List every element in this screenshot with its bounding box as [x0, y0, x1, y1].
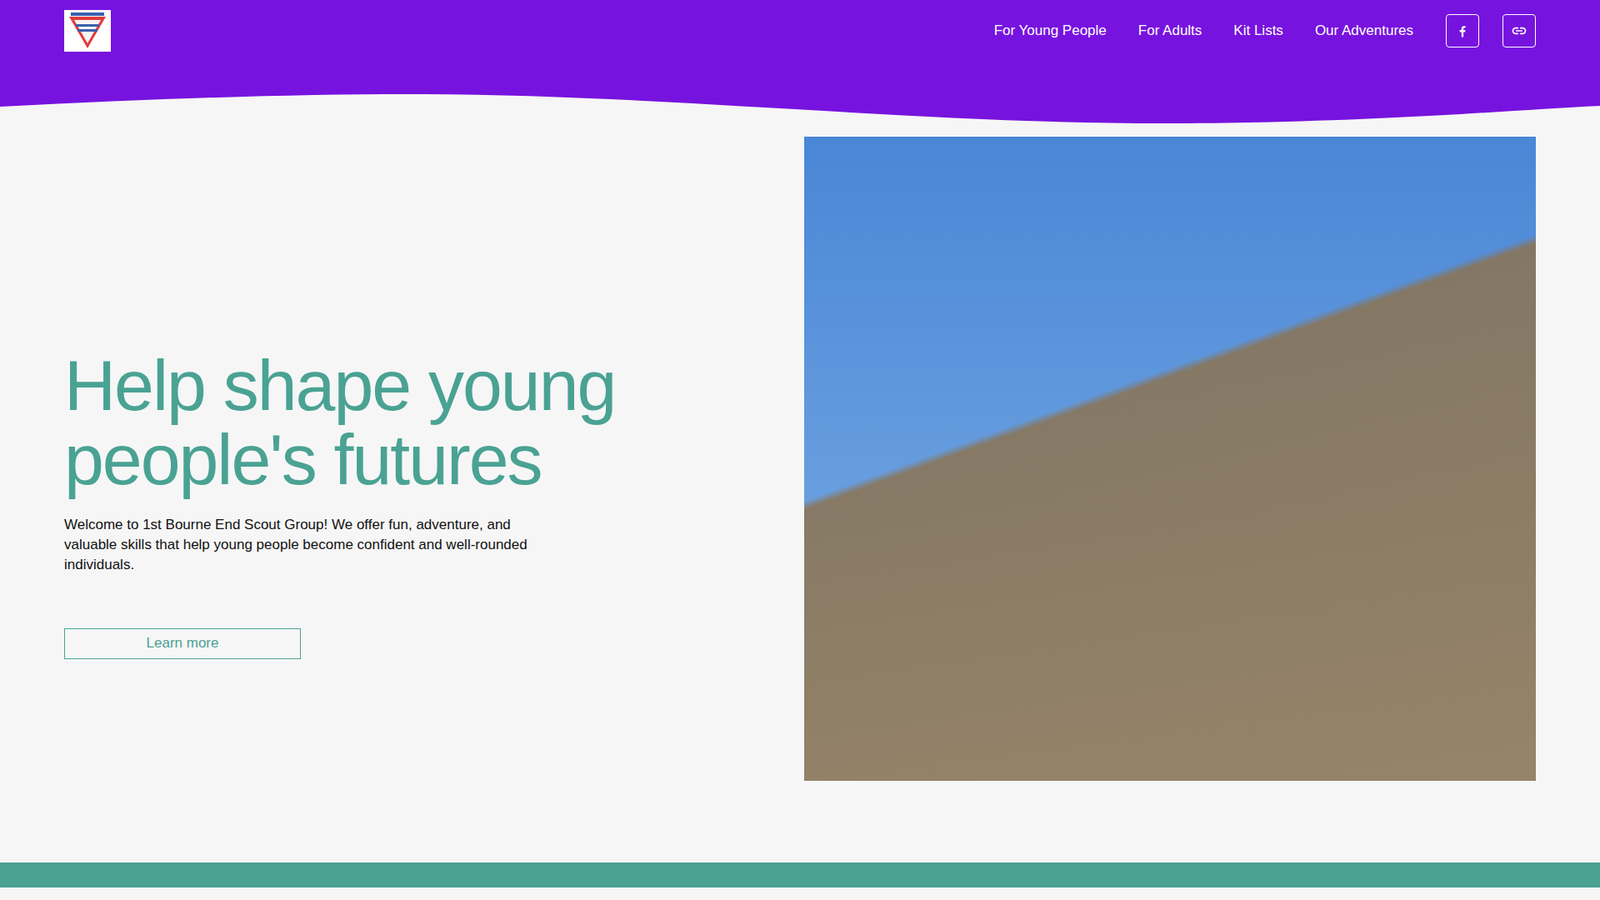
- nav-link[interactable]: Our Adventures: [1315, 22, 1414, 40]
- nav-link[interactable]: For Adults: [1138, 22, 1203, 40]
- scout-logo-icon: [64, 10, 111, 52]
- link-button[interactable]: [1502, 14, 1536, 48]
- hero-photo: [804, 136, 1536, 781]
- hero-text: Help shape young people's futures Welcome…: [64, 136, 771, 781]
- hero: Help shape young people's futures Welcome…: [0, 124, 1600, 863]
- header: For Young People For Adults Kit Lists Our A…: [0, 0, 1600, 125]
- hero-heading: Help shape young people's futures: [64, 348, 715, 496]
- social-links: [1445, 14, 1536, 48]
- header-bar: For Young People For Adults Kit Lists Our A…: [0, 0, 1600, 95]
- main-nav: For Young People For Adults Kit Lists Our A…: [994, 14, 1536, 48]
- learn-more-button[interactable]: Learn more: [64, 628, 301, 660]
- link-icon: [1510, 22, 1528, 40]
- facebook-button[interactable]: [1445, 14, 1480, 48]
- logo-icon[interactable]: [64, 10, 111, 52]
- hero-paragraph: Welcome to 1st Bourne End Scout Group! W…: [64, 515, 548, 575]
- nav-link[interactable]: Kit Lists: [1233, 22, 1284, 40]
- page: For Young People For Adults Kit Lists Our A…: [0, 0, 1600, 900]
- nav-link[interactable]: For Young People: [994, 22, 1107, 40]
- footer-strip: [0, 862, 1600, 888]
- facebook-icon: [1455, 23, 1470, 39]
- header-wave: [0, 94, 1600, 125]
